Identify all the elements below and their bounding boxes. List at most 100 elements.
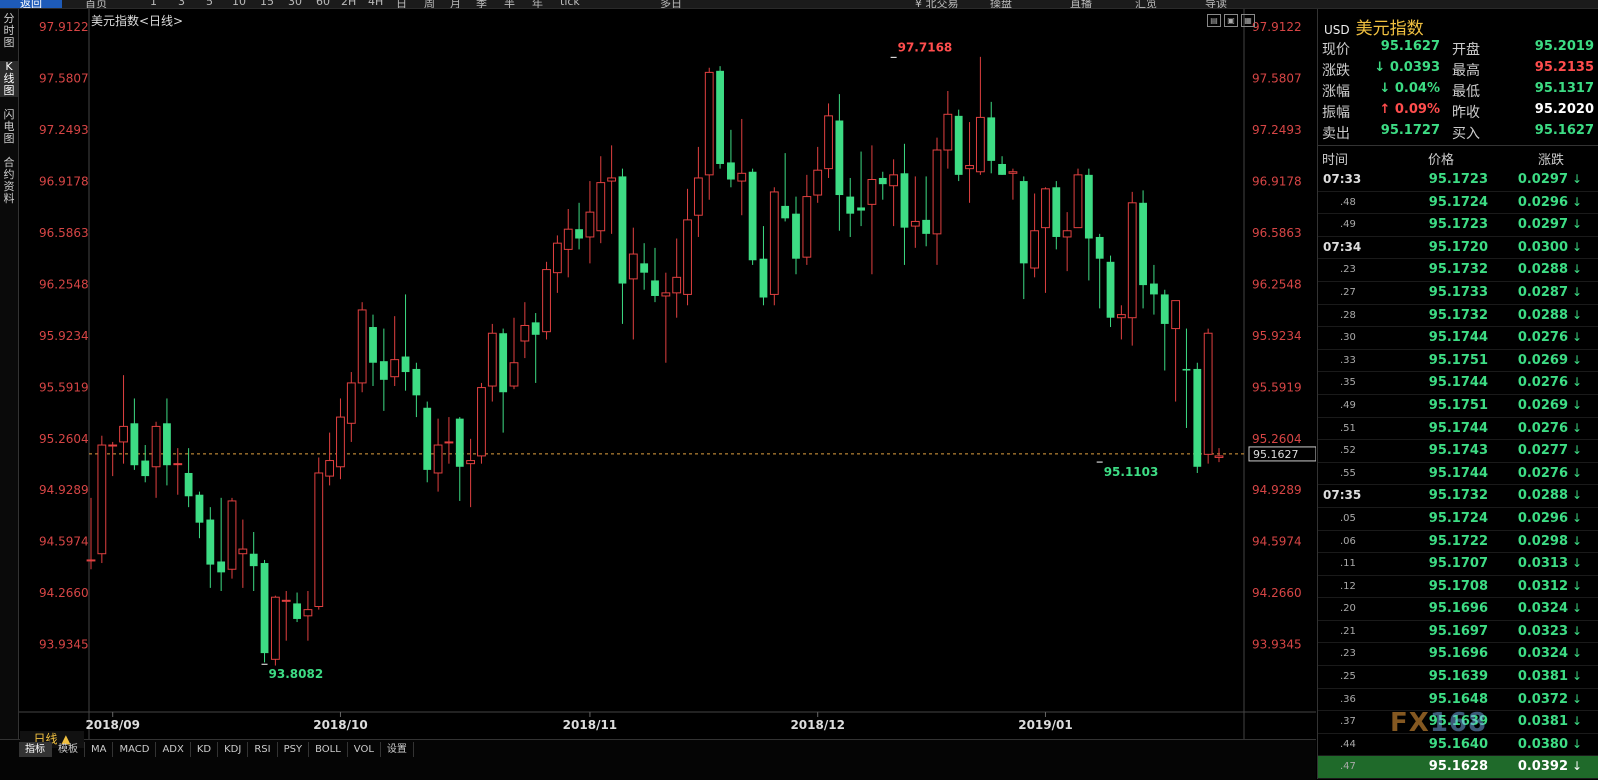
x-tick-label: 2018/09 (85, 718, 139, 732)
quote-row: 现价 95.1627 开盘 95.2019 (1318, 39, 1598, 59)
toolbar-item[interactable]: 1 (150, 0, 157, 8)
candle-body (163, 423, 171, 466)
tick-row: .05 95.1724 0.0296 ↓ (1318, 508, 1598, 531)
quote-row: 涨跌 ↓ 0.0393 最高 95.2135 (1318, 60, 1598, 80)
candle-body (401, 356, 410, 373)
tick-price: 95.1720 (1428, 239, 1488, 255)
candle-body (618, 176, 627, 284)
tick-price: 95.1723 (1428, 217, 1488, 233)
candle-body (369, 327, 377, 363)
tick-row: .55 95.1744 0.0276 ↓ (1318, 463, 1598, 486)
candle-body (1073, 174, 1083, 229)
indicator-tab[interactable]: MA (85, 742, 114, 757)
down-arrow-icon: ↓ (1572, 397, 1583, 412)
tick-row: .28 95.1732 0.0288 ↓ (1318, 305, 1598, 328)
candle-body (693, 177, 703, 216)
tick-time: .30 (1340, 332, 1356, 344)
left-tab[interactable]: 分时图 (0, 13, 18, 49)
tick-price: 95.1733 (1428, 284, 1488, 300)
tick-time: .28 (1340, 309, 1356, 321)
indicator-tab[interactable]: 指标 (19, 742, 52, 757)
left-tab[interactable]: 闪电图 (0, 109, 18, 145)
toolbar-item[interactable]: 汇览 (1135, 0, 1157, 8)
toolbar-item[interactable]: 半 (504, 0, 515, 8)
toolbar-item[interactable]: 首页 (85, 0, 107, 8)
tick-time: .23 (1340, 264, 1356, 276)
left-tab[interactable]: K线图 (0, 61, 18, 97)
toolbar-item[interactable]: 5 (206, 0, 213, 8)
tick-change: 0.0276 (1517, 375, 1568, 391)
indicator-tab[interactable]: ADX (156, 742, 191, 757)
chart-area[interactable]: 97.9122 97.9122 97.5807 97.5807 97.2493 97.24… (19, 9, 1316, 739)
tick-time: .55 (1340, 467, 1356, 479)
tick-row: 07:33 95.1723 0.0297 ↓ (1318, 169, 1598, 192)
indicator-tab[interactable]: 模板 (52, 742, 85, 757)
indicator-tab[interactable]: PSY (278, 742, 310, 757)
candle-body (878, 177, 887, 185)
candle-body (704, 71, 714, 176)
toolbar-item[interactable]: 直播 (1070, 0, 1092, 8)
zoom-icon[interactable]: ▣ (1224, 14, 1238, 27)
tick-change: 0.0312 (1517, 578, 1568, 594)
left-tab[interactable]: 合约资料 (0, 157, 18, 205)
toolbar-item[interactable]: 操盘 (990, 0, 1012, 8)
tick-change: 0.0297 (1517, 217, 1568, 233)
toolbar-item[interactable]: 月 (450, 0, 461, 8)
candle-body (487, 332, 497, 387)
tick-row: .23 95.1732 0.0288 ↓ (1318, 259, 1598, 282)
toolbar-item[interactable]: 10 (232, 0, 246, 8)
layout-icon[interactable]: ▤ (1207, 14, 1221, 27)
toolbar-item[interactable]: 多日 (660, 0, 682, 8)
indicator-tab[interactable]: 设置 (381, 742, 414, 757)
down-arrow-icon: ↓ (1572, 443, 1583, 458)
toolbar-item[interactable]: 3 (178, 0, 185, 8)
toolbar-item[interactable]: 导读 (1205, 0, 1227, 8)
toolbar-item[interactable]: ¥ 北交易 (915, 0, 959, 8)
tick-price: 95.1744 (1428, 375, 1488, 391)
candle-body (846, 196, 855, 214)
tick-change: 0.0372 (1517, 691, 1568, 707)
tick-price: 95.1639 (1428, 669, 1488, 685)
tick-price: 95.1707 (1428, 556, 1488, 572)
tick-row: .12 95.1708 0.0312 ↓ (1318, 576, 1598, 599)
y-tick-label-left: 96.9178 (39, 174, 89, 188)
ticks-header-time: 时间 (1322, 153, 1349, 168)
toolbar-item[interactable]: 4H (368, 0, 383, 8)
indicator-tab[interactable]: VOL (348, 742, 381, 757)
indicator-tab[interactable]: MACD (113, 742, 157, 757)
tick-price: 95.1751 (1428, 397, 1488, 413)
tick-time: .27 (1340, 286, 1356, 298)
candlestick-chart[interactable]: 97.9122 97.9122 97.5807 97.5807 97.2493 97.24… (19, 9, 1316, 739)
y-tick-label-right: 95.5919 (1252, 380, 1302, 394)
toolbar-item[interactable]: 日 (396, 0, 407, 8)
tick-time: .49 (1340, 399, 1356, 411)
down-arrow-icon: ↓ (1572, 510, 1583, 525)
indicator-tab[interactable]: RSI (248, 742, 278, 757)
down-arrow-icon: ↓ (1572, 646, 1583, 661)
quote-label: 最高 (1452, 63, 1480, 79)
candle-body (640, 263, 649, 273)
toolbar-item[interactable]: 季 (476, 0, 487, 8)
down-arrow-icon: ↓ (1572, 488, 1583, 503)
x-tick-label: 2018/10 (313, 718, 367, 732)
watermark-part: 168 (1429, 708, 1488, 738)
tick-price: 95.1743 (1428, 443, 1488, 459)
toolbar-item[interactable]: 60 (316, 0, 330, 8)
indicator-tab[interactable]: KDJ (218, 742, 249, 757)
indicator-tab[interactable]: BOLL (309, 742, 348, 757)
toolbar-item[interactable]: 30 (288, 0, 302, 8)
tick-price: 95.1744 (1428, 330, 1488, 346)
toolbar-item[interactable]: 年 (532, 0, 543, 8)
toolbar-item[interactable]: tick (560, 0, 580, 8)
down-arrow-icon: ↓ (1572, 217, 1583, 232)
tick-row: .51 95.1744 0.0276 ↓ (1318, 418, 1598, 441)
tick-list[interactable]: 07:33 95.1723 0.0297 ↓ .48 95.1724 0.0296 ↓ .49 9… (1318, 169, 1598, 780)
fullscreen-icon[interactable]: ▦ (1241, 14, 1255, 27)
toolbar-item[interactable]: 2H (341, 0, 356, 8)
indicator-tab[interactable]: KD (191, 742, 219, 757)
tick-row: .23 95.1696 0.0324 ↓ (1318, 643, 1598, 667)
toolbar-item[interactable]: 周 (424, 0, 435, 8)
back-button[interactable]: 返回 (0, 0, 62, 8)
toolbar-item[interactable]: 15 (260, 0, 274, 8)
tick-change: 0.0381 (1517, 669, 1568, 685)
